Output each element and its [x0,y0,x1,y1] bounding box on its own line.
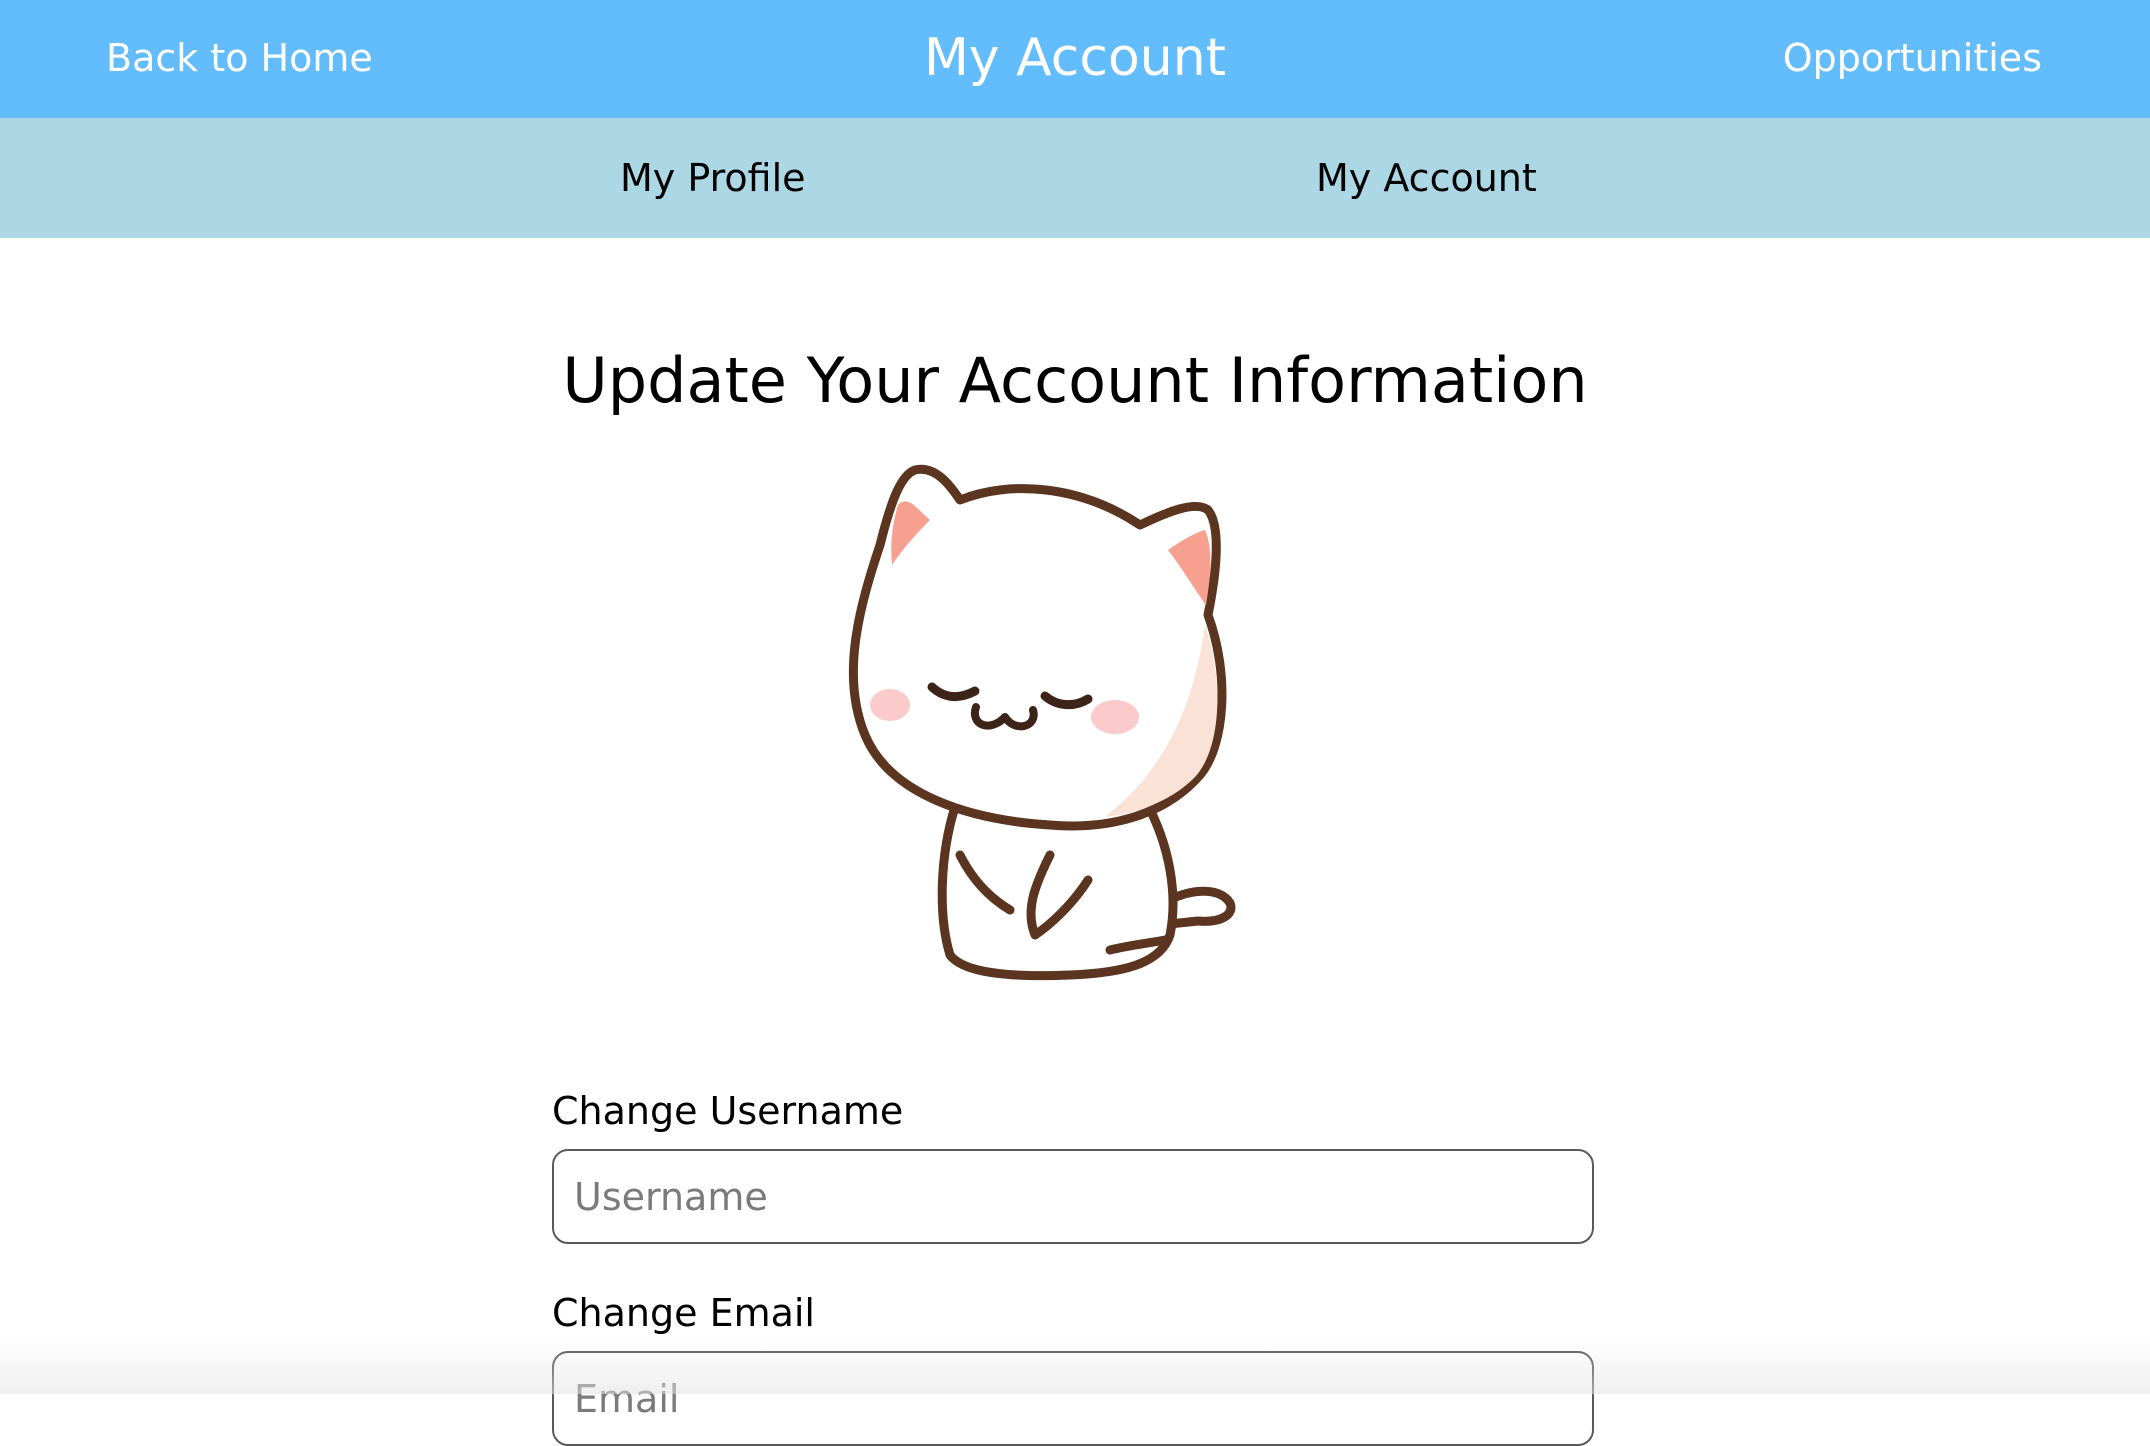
top-navigation-bar: Back to Home My Account Opportunities [0,0,2150,118]
email-input[interactable] [552,1351,1594,1446]
change-username-label: Change Username [552,1089,904,1133]
tab-my-profile[interactable]: My Profile [620,154,806,202]
opportunities-link[interactable]: Opportunities [1783,34,2042,82]
form-heading: Update Your Account Information [562,344,1588,417]
sleepy-cat-icon [848,464,1236,981]
account-sub-navigation: My Profile My Account [0,118,2150,238]
username-input[interactable] [552,1149,1594,1244]
change-email-label: Change Email [552,1291,815,1335]
tab-my-account[interactable]: My Account [1316,154,1537,202]
